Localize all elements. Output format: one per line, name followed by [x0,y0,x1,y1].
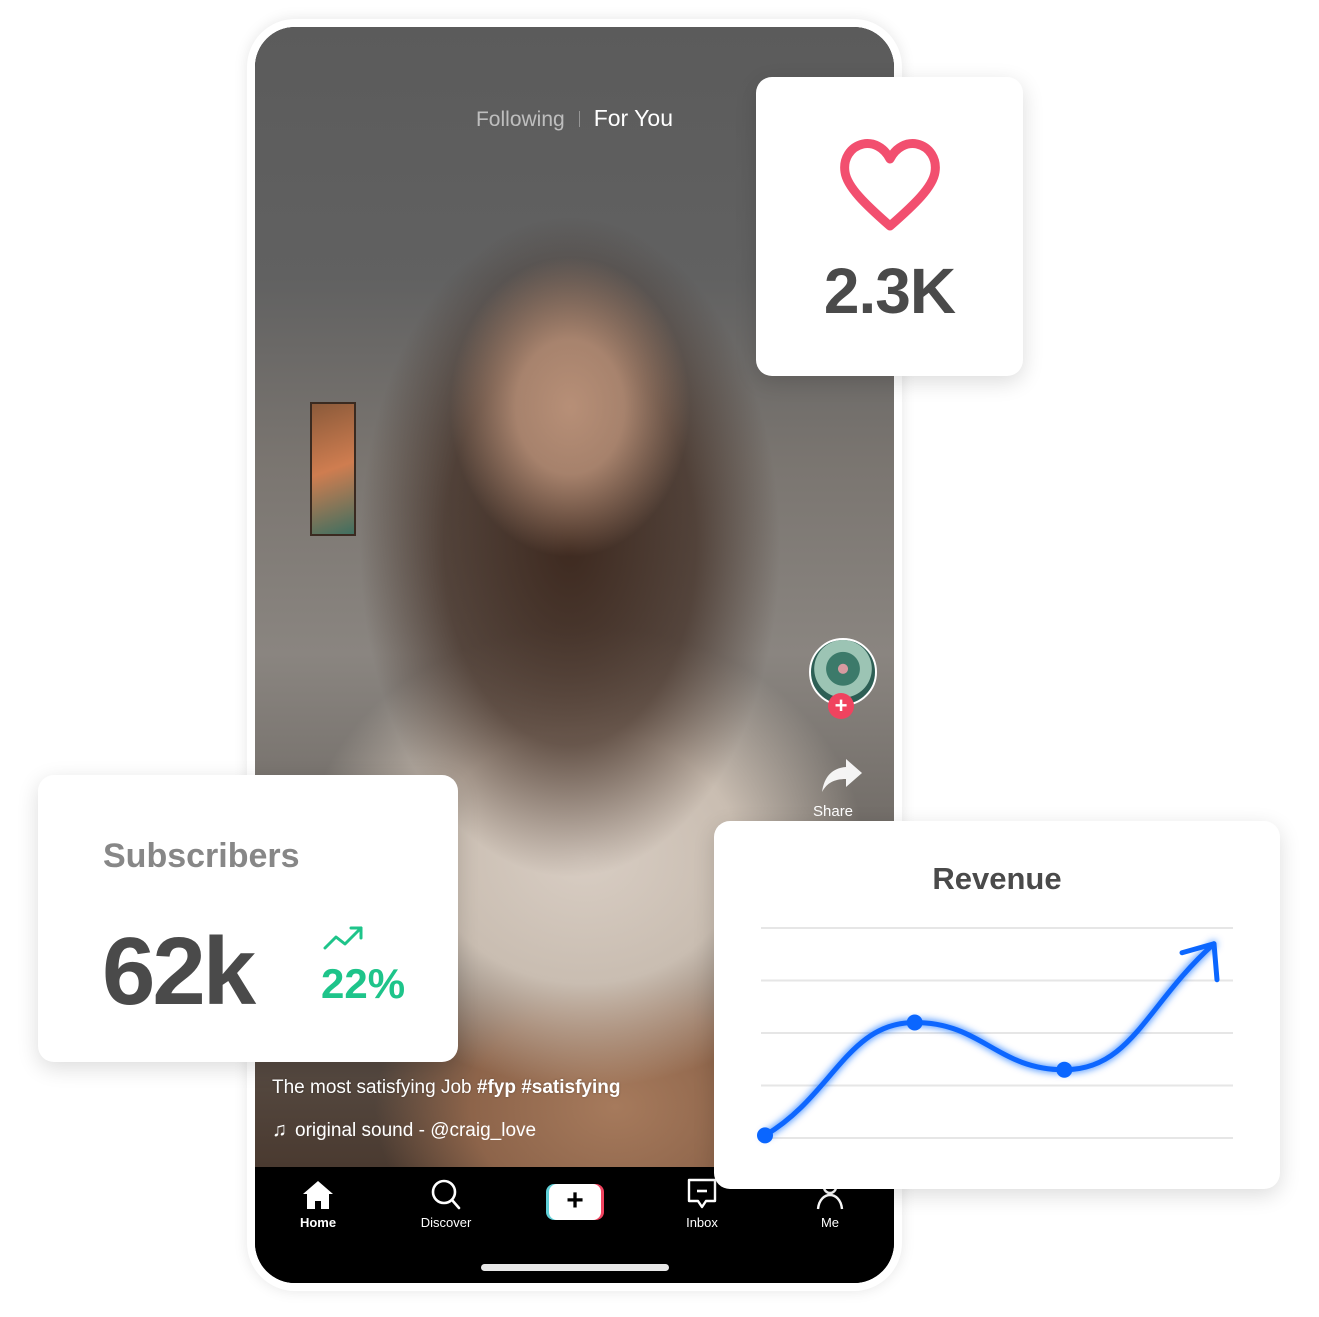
subscribers-count: 62k [102,918,256,1025]
tab-for-you[interactable]: For You [594,105,673,131]
data-point [906,1014,923,1031]
follow-plus-icon[interactable]: + [828,693,854,719]
caption-text: The most satisfying Job [272,1077,472,1098]
share-icon[interactable] [820,755,864,795]
data-point [1056,1061,1073,1078]
subscribers-card: Subscribers 62k 22% [38,775,458,1062]
share-label[interactable]: Share [813,803,853,820]
create-button[interactable]: + [546,1184,604,1220]
subscribers-change: 22% [321,960,406,1007]
trending-up-icon [323,926,363,950]
caption-hashtags[interactable]: #fyp #satisfying [477,1077,621,1098]
search-icon [431,1179,461,1210]
wall-painting [310,402,356,536]
home-indicator[interactable] [481,1264,669,1271]
likes-card: 2.3K [756,77,1023,376]
nav-discover[interactable]: Discover [401,1179,491,1230]
nav-me-label: Me [820,1215,840,1230]
likes-count: 2.3K [823,255,956,327]
revenue-line [762,941,1217,1138]
heart-icon [840,139,940,231]
tab-following[interactable]: Following [476,108,565,131]
nav-home[interactable]: Home [273,1179,363,1230]
nav-inbox-label: Inbox [686,1215,718,1230]
sound-info[interactable]: ♫ original sound - @craig_love [272,1119,536,1142]
tab-divider [578,111,580,127]
subscribers-title: Subscribers [103,837,300,875]
nav-discover-label: Discover [420,1215,472,1230]
create-plus-icon: + [549,1184,601,1220]
home-icon [303,1181,333,1209]
video-caption: The most satisfying Job #fyp #satisfying [272,1077,620,1099]
revenue-card: Revenue [714,821,1280,1189]
sound-label: original sound - @craig_love [295,1120,537,1141]
data-point [757,1127,773,1144]
nav-home-label: Home [299,1215,337,1230]
revenue-chart [757,927,1233,1144]
music-note-icon: ♫ [272,1119,287,1141]
